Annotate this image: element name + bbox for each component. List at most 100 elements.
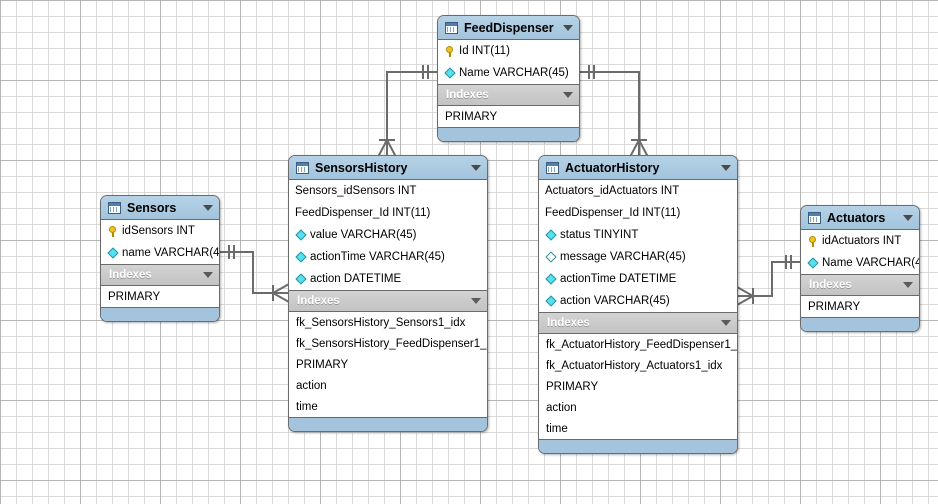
column-label: actionTime DATETIME: [560, 273, 677, 285]
table-footer: [101, 307, 219, 321]
column-row[interactable]: action DATETIME: [289, 268, 487, 290]
column-diamond-icon-slot: [545, 229, 557, 241]
index-row[interactable]: PRIMARY: [801, 296, 919, 317]
index-row[interactable]: PRIMARY: [539, 376, 737, 397]
column-row[interactable]: Actuators_idActuators INT: [539, 180, 737, 202]
column-row[interactable]: FeedDispenser_Id INT(11): [289, 202, 487, 224]
index-list: fk_SensorsHistory_Sensors1_idx fk_Sensors…: [289, 312, 487, 417]
column-row[interactable]: value VARCHAR(45): [289, 224, 487, 246]
column-row[interactable]: message VARCHAR(45): [539, 246, 737, 268]
column-row[interactable]: Sensors_idSensors INT: [289, 180, 487, 202]
primary-key-icon-slot: [107, 225, 119, 237]
column-diamond-icon-slot: [295, 251, 307, 263]
indexes-section-header[interactable]: Indexes: [289, 290, 487, 312]
index-row[interactable]: fk_ActuatorHistory_FeedDispenser1_i…: [539, 334, 737, 355]
column-label: message VARCHAR(45): [560, 251, 686, 263]
table-header[interactable]: Actuators: [801, 206, 919, 230]
column-row[interactable]: actionTime VARCHAR(45): [289, 246, 487, 268]
column-diamond-icon-slot: [545, 273, 557, 285]
column-row[interactable]: FeedDispenser_Id INT(11): [539, 202, 737, 224]
column-label: FeedDispenser_Id INT(11): [295, 207, 431, 219]
chevron-down-icon[interactable]: [471, 298, 481, 304]
chevron-down-icon[interactable]: [471, 164, 481, 171]
column-label: action DATETIME: [310, 273, 402, 285]
table-header[interactable]: Sensors: [101, 196, 219, 220]
column-row[interactable]: name VARCHAR(45): [101, 242, 219, 264]
column-label: actionTime VARCHAR(45): [310, 251, 445, 263]
column-row[interactable]: status TINYINT: [539, 224, 737, 246]
indexes-section-header[interactable]: Indexes: [101, 264, 219, 286]
column-label: FeedDispenser_Id INT(11): [545, 207, 681, 219]
index-row[interactable]: time: [289, 396, 487, 417]
index-row[interactable]: time: [539, 418, 737, 439]
column-label: Name VARCHAR(45): [822, 257, 919, 269]
column-label: status TINYINT: [560, 229, 639, 241]
chevron-down-icon[interactable]: [563, 92, 573, 98]
column-diamond-icon: [295, 251, 307, 263]
table-header[interactable]: ActuatorHistory: [539, 156, 737, 180]
column-diamond-icon: [295, 229, 307, 241]
relationship-feeddispenser-actuatorhistory: [580, 65, 649, 158]
index-row[interactable]: fk_SensorsHistory_Sensors1_idx: [289, 312, 487, 333]
index-label: fk_ActuatorHistory_FeedDispenser1_i…: [546, 338, 738, 351]
chevron-down-icon[interactable]: [721, 164, 731, 171]
column-row[interactable]: Id INT(11): [438, 40, 579, 62]
indexes-section-header[interactable]: Indexes: [438, 84, 579, 106]
table-footer: [539, 439, 737, 453]
index-row[interactable]: action: [289, 375, 487, 396]
chevron-down-icon[interactable]: [203, 204, 213, 211]
column-row[interactable]: actionTime DATETIME: [539, 268, 737, 290]
eer-diagram-canvas[interactable]: FeedDispenser Id INT(11) Name VARCHAR(45) I…: [0, 0, 938, 504]
table-actuators[interactable]: Actuators idActuators INT Name VARCHAR(45)…: [800, 205, 920, 332]
table-footer: [438, 127, 579, 141]
chevron-down-icon[interactable]: [203, 272, 213, 278]
column-label: name VARCHAR(45): [122, 247, 220, 259]
index-label: fk_ActuatorHistory_Actuators1_idx: [546, 359, 723, 372]
column-label: action VARCHAR(45): [560, 295, 670, 307]
column-label: Id INT(11): [459, 45, 510, 57]
table-icon: [108, 201, 121, 214]
indexes-label: Indexes: [297, 295, 340, 307]
column-diamond-icon: [545, 273, 557, 285]
index-list: fk_ActuatorHistory_FeedDispenser1_i… fk_A…: [539, 334, 737, 439]
index-row[interactable]: PRIMARY: [101, 286, 219, 307]
column-row[interactable]: Name VARCHAR(45): [438, 62, 579, 84]
column-list: idSensors INT name VARCHAR(45): [101, 220, 219, 264]
chevron-down-icon[interactable]: [903, 282, 913, 288]
column-label: idSensors INT: [122, 225, 195, 237]
column-diamond-icon: [545, 229, 557, 241]
table-sensors[interactable]: Sensors idSensors INT name VARCHAR(45) Inde…: [100, 195, 220, 322]
column-diamond-icon-slot: [107, 247, 119, 259]
index-row[interactable]: PRIMARY: [289, 354, 487, 375]
indexes-section-header[interactable]: Indexes: [801, 274, 919, 296]
indexes-section-header[interactable]: Indexes: [539, 312, 737, 334]
chevron-down-icon[interactable]: [903, 214, 913, 221]
column-row[interactable]: idActuators INT: [801, 230, 919, 252]
column-row[interactable]: action VARCHAR(45): [539, 290, 737, 312]
primary-key-icon: [108, 225, 118, 237]
index-label: action: [546, 401, 577, 414]
column-diamond-icon: [545, 295, 557, 307]
relationship-actuators-actuatorhistory: [736, 255, 800, 306]
index-row[interactable]: fk_SensorsHistory_FeedDispenser1_idx: [289, 333, 487, 354]
index-row[interactable]: PRIMARY: [438, 106, 579, 127]
primary-key-icon: [808, 235, 818, 247]
index-row[interactable]: fk_ActuatorHistory_Actuators1_idx: [539, 355, 737, 376]
column-label: idActuators INT: [822, 235, 902, 247]
column-diamond-hollow-icon: [545, 251, 557, 263]
table-name: FeedDispenser: [464, 20, 554, 35]
table-sensorshistory[interactable]: SensorsHistory Sensors_idSensors INT FeedD…: [288, 155, 488, 432]
index-row[interactable]: action: [539, 397, 737, 418]
column-row[interactable]: idSensors INT: [101, 220, 219, 242]
chevron-down-icon[interactable]: [721, 320, 731, 326]
table-feeddispenser[interactable]: FeedDispenser Id INT(11) Name VARCHAR(45) I…: [437, 15, 580, 142]
table-header[interactable]: SensorsHistory: [289, 156, 487, 180]
table-header[interactable]: FeedDispenser: [438, 16, 579, 40]
index-label: fk_SensorsHistory_Sensors1_idx: [296, 316, 466, 329]
table-actuatorhistory[interactable]: ActuatorHistory Actuators_idActuators INT…: [538, 155, 738, 454]
chevron-down-icon[interactable]: [563, 24, 573, 31]
index-label: PRIMARY: [808, 300, 861, 313]
column-row[interactable]: Name VARCHAR(45): [801, 252, 919, 274]
column-diamond-icon: [807, 257, 819, 269]
index-label: time: [296, 400, 318, 413]
